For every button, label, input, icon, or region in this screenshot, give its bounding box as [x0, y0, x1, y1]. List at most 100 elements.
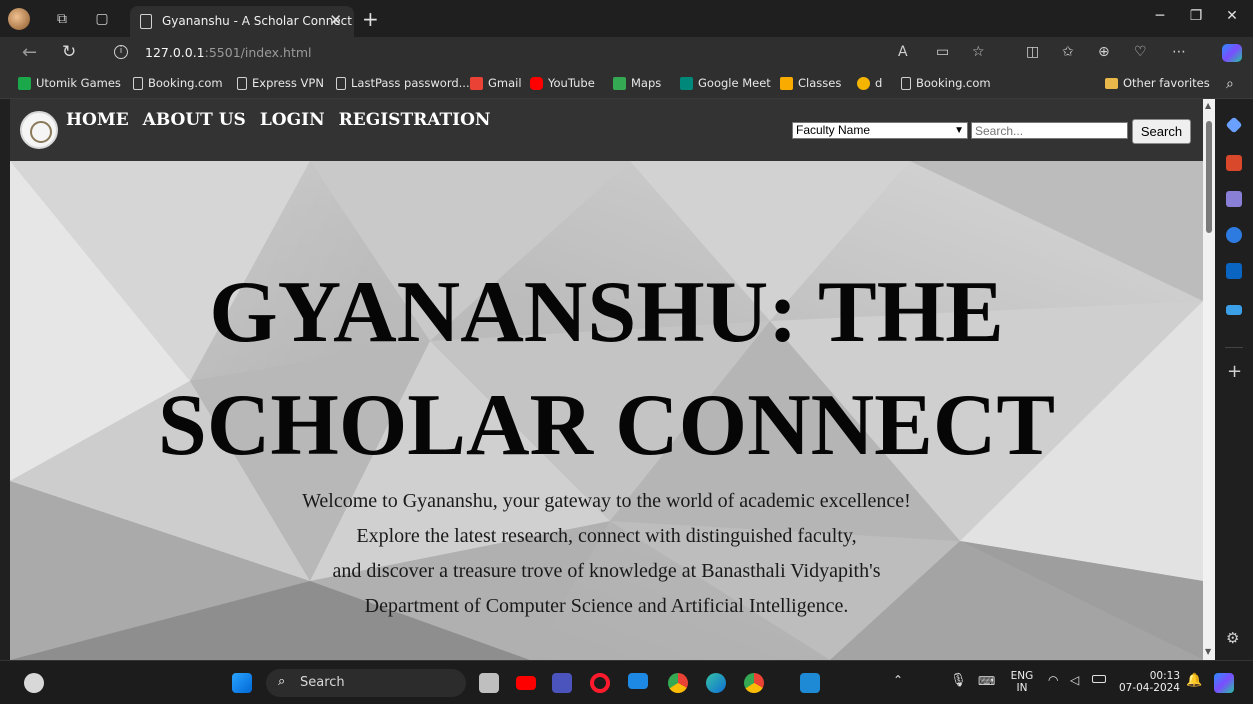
collections-icon[interactable]: ⊕	[1098, 44, 1110, 60]
bookmark-label: LastPass password...	[351, 76, 470, 90]
search-filter-select[interactable]: Faculty Name ▼	[792, 122, 968, 139]
back-icon[interactable]: ←	[22, 42, 37, 63]
weather-icon[interactable]	[24, 673, 44, 693]
bookmark-google-meet[interactable]: Google Meet	[680, 76, 771, 90]
hero-intro-line: Department of Computer Science and Artif…	[364, 595, 849, 617]
bookmark-utomik[interactable]: Utomik Games	[18, 76, 121, 90]
page-icon	[237, 76, 247, 90]
nav-about-us[interactable]: ABOUT US	[143, 110, 246, 130]
bookmark-label: Other favorites	[1123, 76, 1210, 90]
opera-icon[interactable]	[590, 673, 610, 693]
desktop-app-icon[interactable]	[628, 673, 648, 689]
other-favorites-folder[interactable]: Other favorites	[1105, 76, 1210, 90]
address-bar-row: ← ↻ i 127.0.0.1:5501/index.html A ▭ ☆ ◫ …	[0, 37, 1253, 69]
hero-title-line-1: GYANANSHU: THE	[209, 264, 1004, 361]
browser-essentials-icon[interactable]: ♡	[1134, 44, 1147, 60]
add-icon[interactable]: +	[1227, 361, 1242, 382]
bookmark-classes[interactable]: Classes	[780, 76, 841, 90]
page-scrollbar[interactable]: ▲ ▼	[1203, 99, 1215, 660]
page-icon	[901, 76, 911, 90]
chevron-up-icon[interactable]: ⌃	[893, 673, 903, 687]
hero-title: GYANANSHU: THE SCHOLAR CONNECT	[10, 256, 1203, 482]
windows-start-icon[interactable]	[232, 673, 252, 693]
games-icon[interactable]	[1226, 191, 1242, 207]
search-input[interactable]	[971, 122, 1128, 139]
divider	[1225, 347, 1243, 348]
bookmark-maps[interactable]: Maps	[613, 76, 661, 90]
clock[interactable]: 00:13 07-04-2024	[1118, 670, 1180, 694]
scroll-thumb[interactable]	[1206, 121, 1212, 233]
search-icon: ⌕	[278, 674, 286, 689]
copilot-side-icon[interactable]	[1226, 227, 1242, 243]
bookmark-expressvpn[interactable]: Express VPN	[237, 76, 324, 90]
bookmark-label: Express VPN	[252, 76, 324, 90]
clock-date: 07-04-2024	[1118, 682, 1180, 694]
wifi-icon[interactable]: ◠	[1048, 673, 1058, 687]
nav-home[interactable]: HOME	[66, 110, 129, 130]
copilot-icon[interactable]	[1222, 44, 1242, 62]
nav-registration[interactable]: REGISTRATION	[339, 110, 491, 130]
hero-intro-line: and discover a treasure trove of knowled…	[332, 560, 881, 582]
bookmark-gmail[interactable]: Gmail	[470, 76, 522, 90]
split-screen-icon[interactable]: ◫	[1026, 44, 1039, 60]
chrome-profile-icon[interactable]	[744, 673, 764, 693]
keyboard-icon[interactable]: ⌨	[978, 674, 995, 688]
bookmark-label: YouTube	[548, 76, 595, 90]
tag-icon[interactable]	[1225, 116, 1243, 134]
favorites-icon[interactable]: ✩	[1062, 44, 1074, 60]
read-aloud-icon[interactable]: A	[898, 44, 908, 60]
send-icon[interactable]	[1226, 305, 1242, 315]
microphone-icon[interactable]: 🎙	[950, 673, 967, 688]
scroll-down-icon[interactable]: ▼	[1205, 647, 1211, 656]
tab-close-button[interactable]: ✕	[329, 11, 342, 29]
bookmark-booking[interactable]: Booking.com	[133, 76, 223, 90]
more-menu-icon[interactable]: ⋯	[1172, 44, 1186, 60]
active-tab[interactable]: Gyananshu - A Scholar Connect ✕	[130, 6, 354, 37]
edge-icon[interactable]	[706, 673, 726, 693]
bookmark-youtube[interactable]: YouTube	[530, 76, 595, 90]
volume-icon[interactable]: ◁	[1070, 673, 1079, 687]
minimize-button[interactable]: ─	[1145, 8, 1175, 24]
bookmark-d[interactable]: d	[857, 76, 882, 90]
taskbar-search[interactable]: ⌕ Search	[266, 669, 466, 697]
language-indicator[interactable]: ENG IN	[1010, 670, 1034, 694]
immersive-reader-icon[interactable]: ▭	[936, 44, 949, 60]
youtube-app-icon[interactable]	[516, 676, 536, 690]
scroll-up-icon[interactable]: ▲	[1205, 101, 1211, 110]
favorite-star-icon[interactable]: ☆	[972, 44, 985, 60]
vscode-icon[interactable]	[800, 673, 820, 693]
refresh-icon[interactable]: ↻	[62, 42, 76, 62]
task-view-icon[interactable]	[479, 673, 499, 693]
nav-login[interactable]: LOGIN	[260, 110, 325, 130]
workspaces-icon[interactable]: ⧉	[52, 9, 72, 29]
bookmark-lastpass[interactable]: LastPass password...	[336, 76, 470, 90]
notifications-bell-icon[interactable]: 🔔	[1186, 673, 1202, 688]
profile-avatar[interactable]	[8, 8, 30, 30]
bookmark-label: Google Meet	[698, 76, 771, 90]
close-window-button[interactable]: ✕	[1217, 8, 1247, 24]
search-button[interactable]: Search	[1132, 119, 1191, 144]
url-field[interactable]: 127.0.0.1:5501/index.html	[145, 45, 312, 60]
bookmark-booking-2[interactable]: Booking.com	[901, 76, 991, 90]
sidebar-search-icon[interactable]: ⌕	[1226, 76, 1234, 92]
settings-gear-icon[interactable]: ⚙	[1226, 629, 1239, 647]
teams-icon[interactable]	[552, 673, 572, 693]
tools-icon[interactable]	[1226, 155, 1242, 171]
page-icon	[336, 76, 346, 90]
tab-actions-icon[interactable]: ▢	[92, 9, 112, 29]
new-tab-button[interactable]: +	[362, 7, 379, 31]
battery-icon[interactable]	[1092, 675, 1106, 683]
page-icon	[140, 14, 152, 29]
university-logo[interactable]	[20, 111, 58, 149]
restore-button[interactable]: ❐	[1181, 8, 1211, 24]
copilot-taskbar-icon[interactable]	[1214, 673, 1234, 693]
outlook-icon[interactable]	[1226, 263, 1242, 279]
hero-intro: Welcome to Gyananshu, your gateway to th…	[10, 484, 1203, 624]
url-host: 127.0.0.1	[145, 45, 205, 60]
chrome-icon[interactable]	[668, 673, 688, 693]
site-navbar: HOME ABOUT US LOGIN REGISTRATION Faculty…	[10, 99, 1213, 161]
bookmark-label: Gmail	[488, 76, 522, 90]
site-info-icon[interactable]: i	[114, 45, 128, 59]
bookmark-label: Booking.com	[916, 76, 991, 90]
clock-time: 00:13	[1149, 670, 1180, 682]
